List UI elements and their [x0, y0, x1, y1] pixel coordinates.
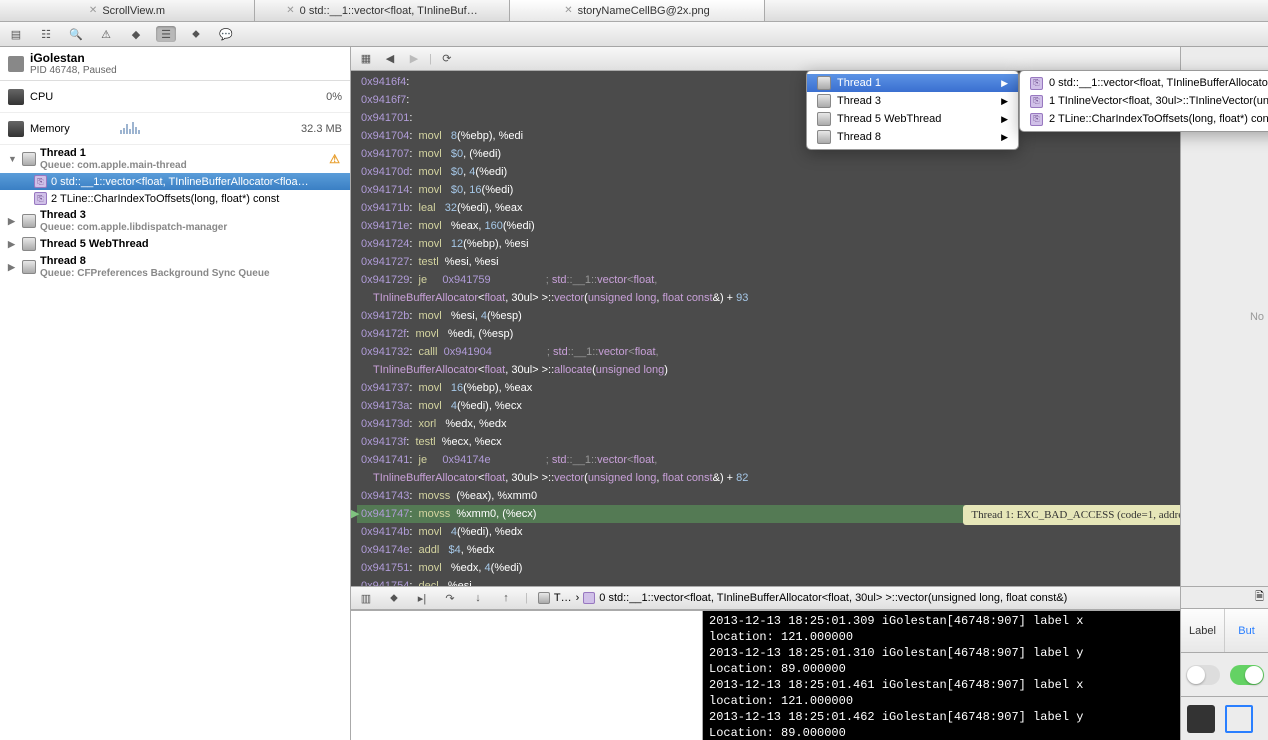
- debug-toolbar: ▥ ⬥ ▸| ↷ ↓ ↑ | T… › 0 std::__1::vector<f…: [351, 586, 1268, 610]
- thread-icon: [817, 76, 831, 90]
- switch-off[interactable]: [1186, 665, 1220, 685]
- continue-icon[interactable]: ▸|: [413, 591, 431, 605]
- menu-thread-8[interactable]: Thread 8▶: [807, 128, 1018, 146]
- related-items-icon[interactable]: ▦: [357, 52, 375, 66]
- disclosure-icon[interactable]: ▼: [8, 154, 18, 164]
- tab-2[interactable]: ✕storyNameCellBG@2x.png: [510, 0, 765, 21]
- jump-bar: ▦ ◀ ▶ | ⟳: [351, 47, 1268, 71]
- memory-icon: [8, 121, 24, 137]
- inspector-media: [1181, 696, 1268, 740]
- cpu-icon: [8, 89, 24, 105]
- memory-row[interactable]: Memory 32.3 MB: [0, 113, 350, 145]
- test-nav-icon[interactable]: ◆: [126, 26, 146, 42]
- frame-icon: ⎘: [1030, 95, 1043, 108]
- thread-1[interactable]: ▼Thread 1Queue: com.apple.main-thread⚠: [0, 145, 350, 173]
- menu-thread-1[interactable]: Thread 1▶: [807, 74, 1018, 92]
- disclosure-icon[interactable]: ▶: [8, 239, 18, 250]
- app-status: PID 46748, Paused: [30, 65, 342, 76]
- submenu-frame-2[interactable]: ⎘2 TLine::CharIndexToOffsets(long, float…: [1020, 110, 1268, 128]
- back-icon[interactable]: ◀: [381, 52, 399, 66]
- thread-icon: [22, 152, 36, 166]
- frame-icon: ⎘: [34, 192, 47, 205]
- submenu-arrow-icon: ▶: [1001, 132, 1008, 143]
- tab-0[interactable]: ✕ScrollView.m: [0, 0, 255, 21]
- disclosure-icon[interactable]: ▶: [8, 262, 18, 273]
- submenu-frame-0[interactable]: ⎘0 std::__1::vector<float, TInlineBuffer…: [1020, 74, 1268, 92]
- menu-thread-3[interactable]: Thread 3▶: [807, 92, 1018, 110]
- editor-area: ▦ ◀ ▶ | ⟳ 0x9416f4:0x9416f7:0x941701:0x9…: [351, 47, 1268, 740]
- issue-nav-icon[interactable]: ⚠: [96, 26, 116, 42]
- inspector-panel: No 🗎 Label But: [1180, 47, 1268, 740]
- search-icon[interactable]: 🔍: [66, 26, 86, 42]
- thread-icon: [817, 94, 831, 108]
- submenu-arrow-icon: ▶: [1001, 78, 1008, 89]
- thread-picker-icon[interactable]: ⟳: [438, 52, 456, 66]
- debug-nav-icon[interactable]: ☰: [156, 26, 176, 42]
- submenu-frame-1[interactable]: ⎘1 TInlineVector<float, 30ul>::TInlineVe…: [1020, 92, 1268, 110]
- frame-icon: ⎘: [1030, 113, 1043, 126]
- breakpoint-nav-icon[interactable]: ⬥: [186, 26, 206, 42]
- thread-menu: Thread 1▶ Thread 3▶ Thread 5 WebThread▶ …: [806, 70, 1019, 150]
- thread-icon: [22, 260, 36, 274]
- thread-icon: [22, 237, 36, 251]
- debug-crumb[interactable]: T… › 0 std::__1::vector<float, TInlineBu…: [538, 592, 1067, 604]
- frame-icon: [583, 592, 595, 604]
- step-over-icon[interactable]: ↷: [441, 591, 459, 605]
- frame-icon: ⎘: [1030, 77, 1043, 90]
- app-name: iGolestan: [30, 51, 342, 65]
- selection-box-icon[interactable]: [1225, 705, 1253, 733]
- image-thumb[interactable]: [1187, 705, 1215, 733]
- thread-icon: [22, 214, 36, 228]
- inspector-toolbar: 🗎: [1181, 586, 1268, 608]
- cpu-row[interactable]: CPU 0%: [0, 81, 350, 113]
- memory-sparkline: [120, 122, 200, 136]
- thread-5[interactable]: ▶Thread 5 WebThread: [0, 235, 350, 253]
- submenu-arrow-icon: ▶: [1001, 96, 1008, 107]
- tab-1[interactable]: ✕0 std::__1::vector<float, TInlineBuf…: [255, 0, 510, 21]
- close-icon[interactable]: ✕: [89, 5, 97, 16]
- app-icon: [8, 56, 24, 72]
- frame-icon: ⎘: [34, 175, 47, 188]
- switch-on[interactable]: [1230, 665, 1264, 685]
- menu-thread-5[interactable]: Thread 5 WebThread▶: [807, 110, 1018, 128]
- inspector-segments: Label But: [1181, 608, 1268, 652]
- breakpoints-icon[interactable]: ⬥: [385, 591, 403, 605]
- thread-list: ▼Thread 1Queue: com.apple.main-thread⚠ ⎘…: [0, 145, 350, 740]
- thread-3[interactable]: ▶Thread 3Queue: com.apple.libdispatch-ma…: [0, 207, 350, 235]
- thread-icon: [538, 592, 550, 604]
- tab-bar: ✕ScrollView.m ✕0 std::__1::vector<float,…: [0, 0, 1268, 22]
- log-nav-icon[interactable]: 💬: [216, 26, 236, 42]
- symbol-nav-icon[interactable]: ☷: [36, 26, 56, 42]
- segment-button[interactable]: But: [1225, 609, 1268, 652]
- forward-icon[interactable]: ▶: [405, 52, 423, 66]
- close-icon[interactable]: ✕: [564, 5, 572, 16]
- file-nav-icon[interactable]: ▤: [6, 26, 26, 42]
- navigator-toolbar: ▤ ☷ 🔍 ⚠ ◆ ☰ ⬥ 💬: [0, 22, 1268, 47]
- thread-icon: [817, 112, 831, 126]
- document-icon[interactable]: 🗎: [1255, 588, 1264, 607]
- stack-frame-2[interactable]: ⎘2 TLine::CharIndexToOffsets(long, float…: [0, 190, 350, 207]
- step-out-icon[interactable]: ↑: [497, 591, 515, 605]
- segment-label[interactable]: Label: [1181, 609, 1225, 652]
- submenu-arrow-icon: ▶: [1001, 114, 1008, 125]
- inspector-switches: [1181, 652, 1268, 696]
- disclosure-icon[interactable]: ▶: [8, 216, 18, 227]
- step-into-icon[interactable]: ↓: [469, 591, 487, 605]
- stack-frame-0[interactable]: ⎘0 std::__1::vector<float, TInlineBuffer…: [0, 173, 350, 190]
- variables-view[interactable]: [351, 611, 703, 740]
- thread-8[interactable]: ▶Thread 8Queue: CFPreferences Background…: [0, 253, 350, 281]
- debug-navigator: iGolestan PID 46748, Paused CPU 0% Memor…: [0, 47, 351, 740]
- warning-icon: ⚠: [329, 152, 340, 166]
- thread-icon: [817, 130, 831, 144]
- frame-submenu: ⎘0 std::__1::vector<float, TInlineBuffer…: [1019, 70, 1268, 132]
- close-icon[interactable]: ✕: [286, 5, 294, 16]
- process-header[interactable]: iGolestan PID 46748, Paused: [0, 47, 350, 81]
- hide-debug-icon[interactable]: ▥: [357, 591, 375, 605]
